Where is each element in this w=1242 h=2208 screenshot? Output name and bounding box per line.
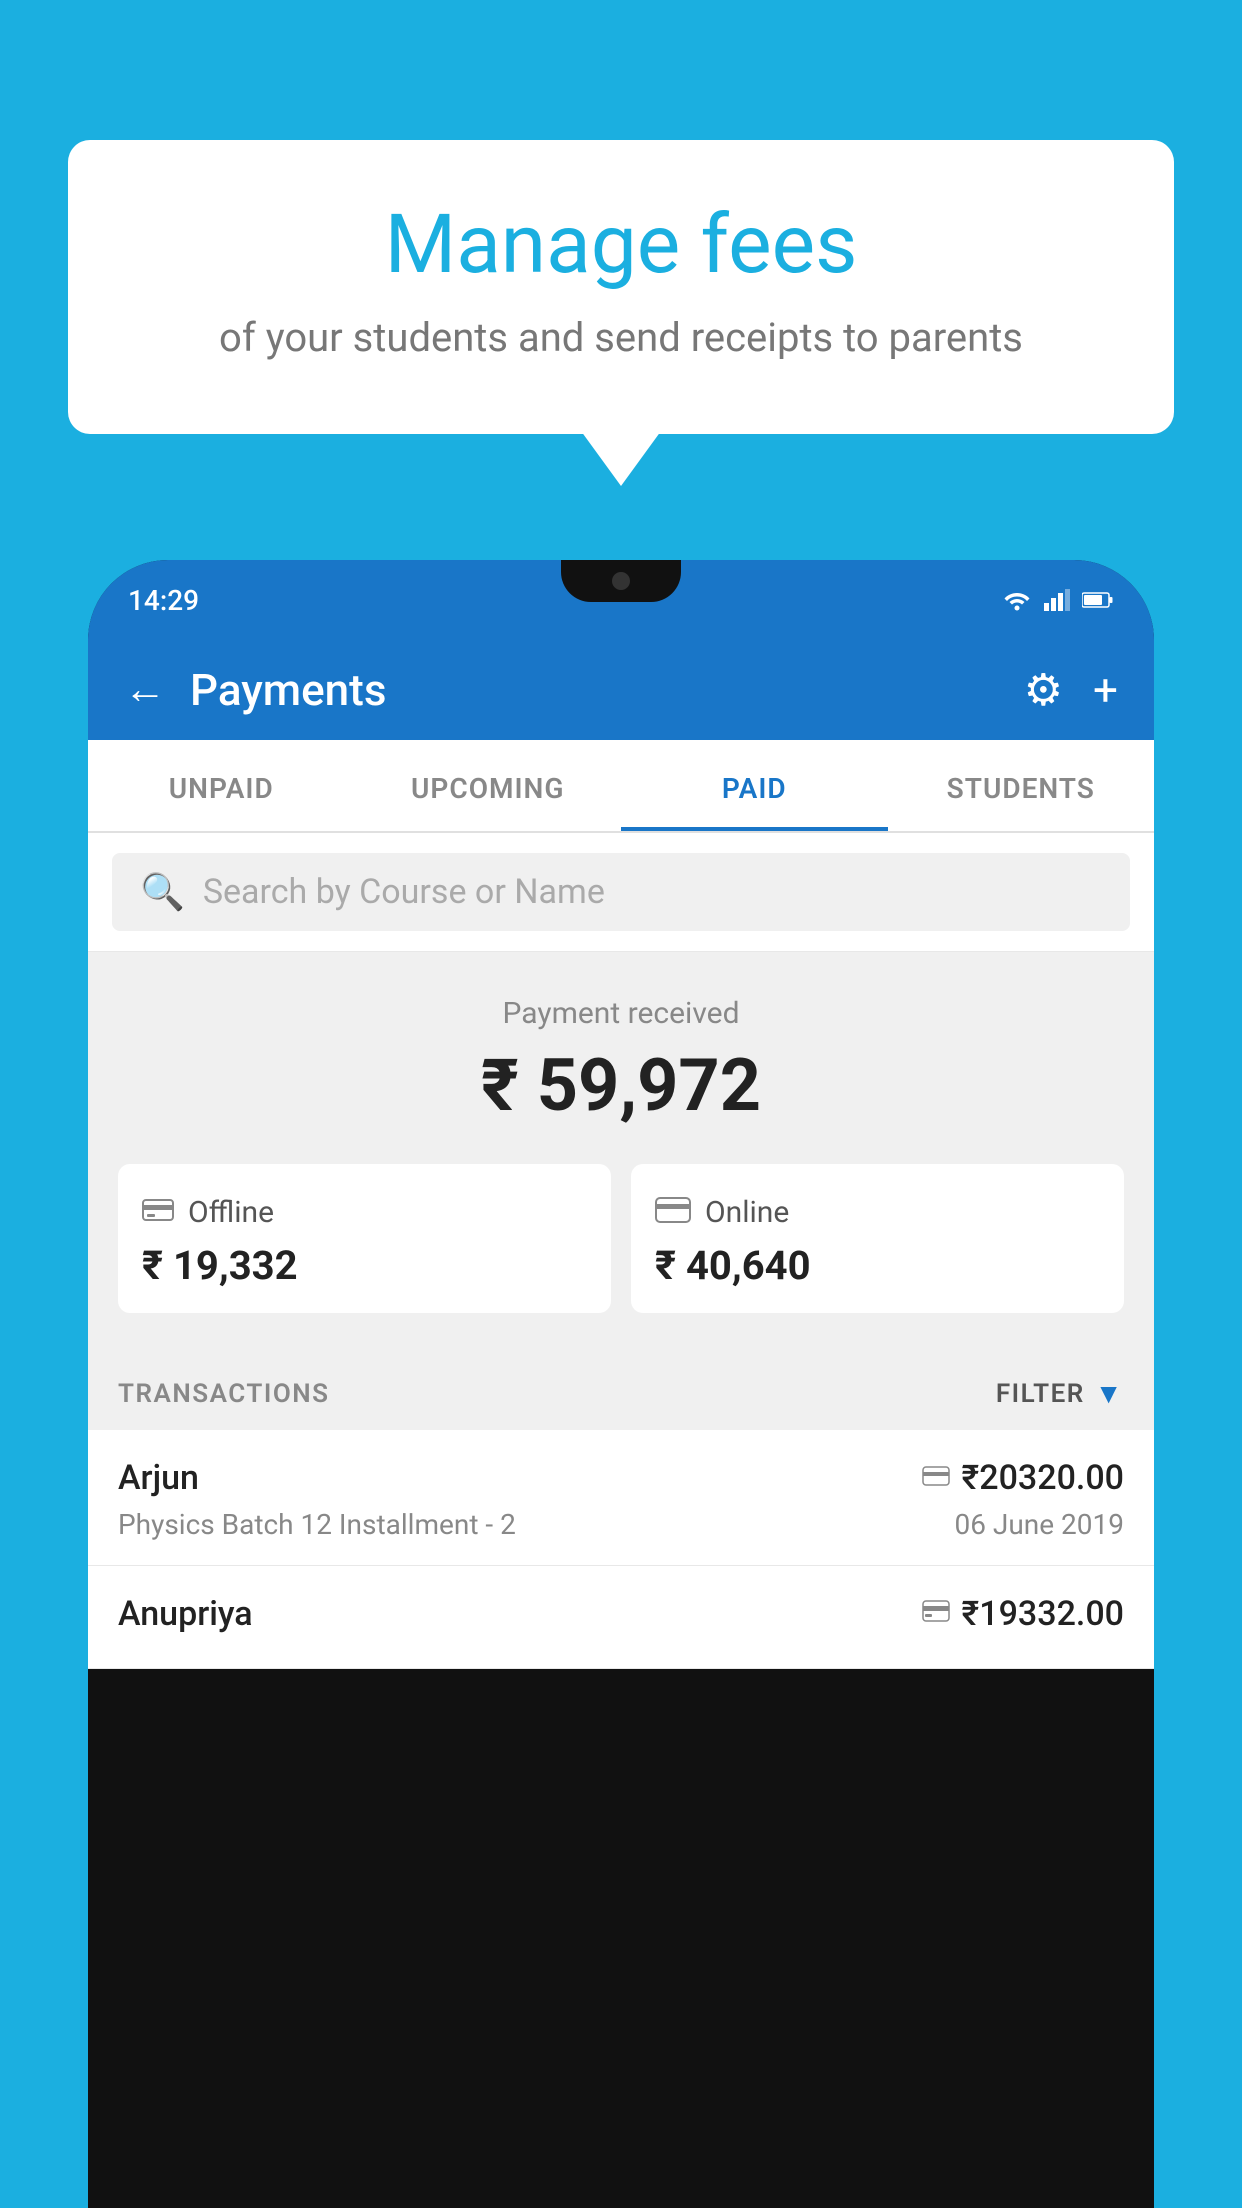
transaction-name: Anupriya [118, 1594, 253, 1634]
transaction-course: Physics Batch 12 Installment - 2 [118, 1508, 516, 1541]
transactions-header: TRANSACTIONS FILTER ▼ [88, 1349, 1154, 1430]
search-bar[interactable]: 🔍 Search by Course or Name [112, 853, 1130, 931]
signal-icon [1044, 589, 1070, 611]
add-button[interactable]: + [1093, 664, 1118, 716]
search-bar-container: 🔍 Search by Course or Name [88, 833, 1154, 952]
tab-upcoming[interactable]: UPCOMING [355, 740, 622, 831]
transaction-amount-wrap: ₹19332.00 [922, 1594, 1124, 1634]
payment-cards: Offline ₹ 19,332 [118, 1164, 1124, 1313]
search-placeholder: Search by Course or Name [203, 872, 605, 912]
online-payment-card: Online ₹ 40,640 [631, 1164, 1124, 1313]
tabs-bar: UNPAID UPCOMING PAID STUDENTS [88, 740, 1154, 833]
offline-card-top: Offline [142, 1192, 587, 1232]
offline-label: Offline [188, 1195, 274, 1230]
bubble-subtitle: of your students and send receipts to pa… [148, 312, 1094, 364]
app-header: ← Payments ⚙ + [88, 640, 1154, 740]
status-icons [1002, 589, 1114, 611]
search-icon: 🔍 [140, 871, 185, 913]
status-bar: 14:29 [88, 560, 1154, 640]
phone-frame: 14:29 [88, 560, 1154, 2208]
transaction-name: Arjun [118, 1458, 199, 1498]
transactions-label: TRANSACTIONS [118, 1379, 330, 1409]
payment-type-icon [922, 1598, 950, 1631]
online-amount: ₹ 40,640 [655, 1242, 1100, 1289]
table-row[interactable]: Anupriya ₹19332.00 [88, 1566, 1154, 1669]
filter-label: FILTER [996, 1379, 1085, 1409]
settings-button[interactable]: ⚙ [1024, 664, 1063, 716]
online-card-top: Online [655, 1192, 1100, 1232]
payment-total: ₹ 59,972 [118, 1043, 1124, 1128]
screen-title: Payments [190, 664, 1000, 716]
speech-bubble-container: Manage fees of your students and send re… [68, 140, 1174, 434]
transaction-amount: ₹19332.00 [962, 1594, 1124, 1634]
payment-summary: Payment received ₹ 59,972 [88, 952, 1154, 1349]
transaction-top: Arjun ₹20320.00 [118, 1458, 1124, 1498]
status-time: 14:29 [128, 584, 199, 617]
tab-paid[interactable]: PAID [621, 740, 888, 831]
table-row[interactable]: Arjun ₹20320.00 Physics Batch 12 Install… [88, 1430, 1154, 1566]
battery-icon [1082, 591, 1114, 609]
offline-amount: ₹ 19,332 [142, 1242, 587, 1289]
camera-dot [612, 572, 630, 590]
online-label: Online [705, 1195, 789, 1230]
bubble-title: Manage fees [148, 200, 1094, 290]
speech-bubble: Manage fees of your students and send re… [68, 140, 1174, 434]
online-icon [655, 1192, 691, 1232]
payment-type-icon [922, 1462, 950, 1495]
transaction-top: Anupriya ₹19332.00 [118, 1594, 1124, 1634]
phone-notch [561, 560, 681, 602]
tab-unpaid[interactable]: UNPAID [88, 740, 355, 831]
transaction-amount-wrap: ₹20320.00 [922, 1458, 1124, 1498]
offline-icon [142, 1192, 174, 1232]
transaction-date: 06 June 2019 [954, 1508, 1124, 1541]
offline-payment-card: Offline ₹ 19,332 [118, 1164, 611, 1313]
screen-content: 🔍 Search by Course or Name Payment recei… [88, 833, 1154, 1669]
wifi-icon [1002, 589, 1032, 611]
filter-icon: ▼ [1095, 1377, 1124, 1410]
transaction-amount: ₹20320.00 [962, 1458, 1124, 1498]
phone-inner: 14:29 [88, 560, 1154, 2208]
header-actions: ⚙ + [1024, 664, 1118, 716]
filter-button[interactable]: FILTER ▼ [996, 1377, 1124, 1410]
back-button[interactable]: ← [124, 669, 166, 711]
transaction-bottom: Physics Batch 12 Installment - 2 06 June… [118, 1508, 1124, 1541]
tab-students[interactable]: STUDENTS [888, 740, 1155, 831]
payment-received-label: Payment received [118, 996, 1124, 1031]
